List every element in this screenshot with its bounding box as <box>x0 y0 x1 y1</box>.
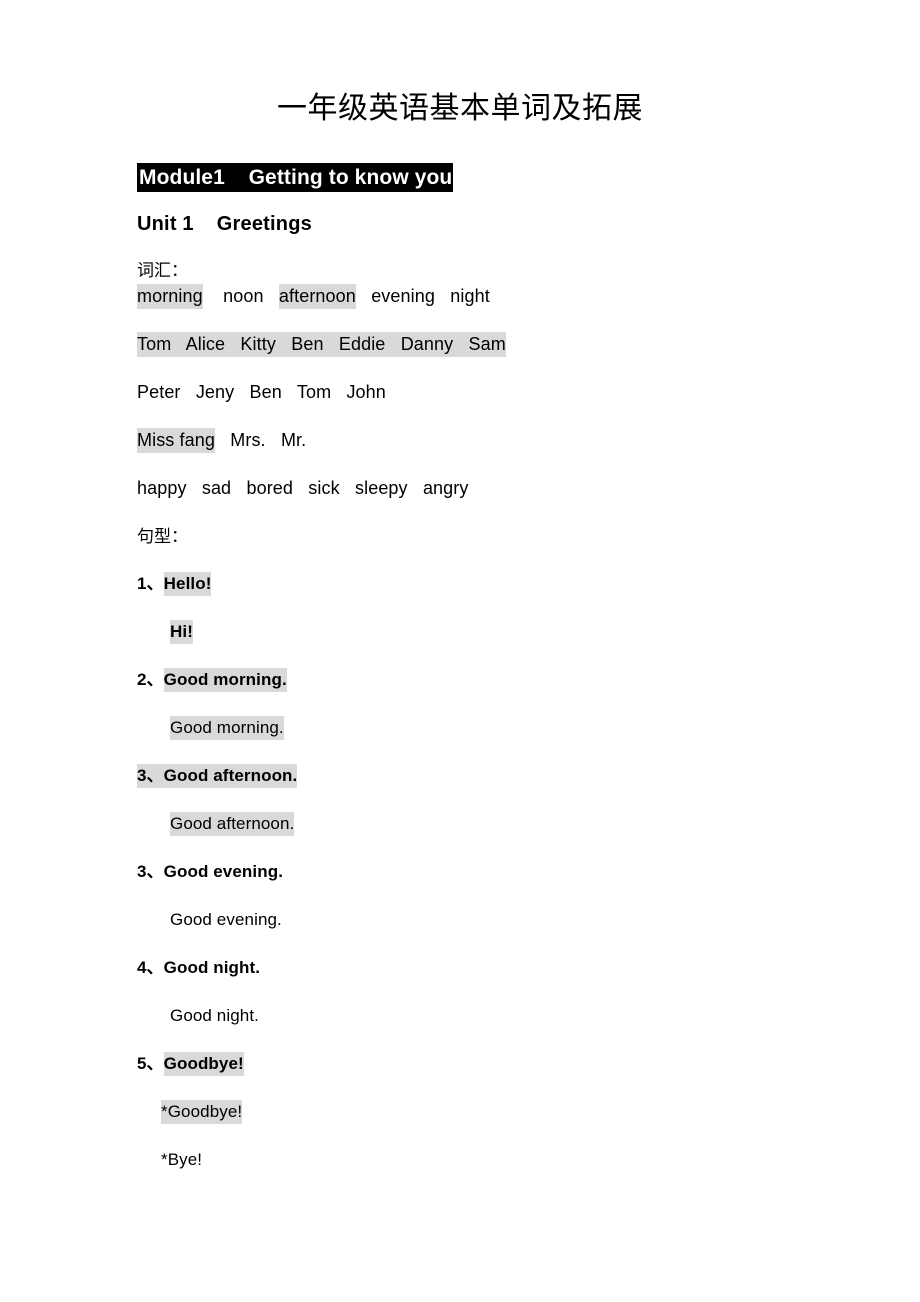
pattern-reply: *Goodbye! <box>137 1099 783 1125</box>
highlighted-text: Tom Alice Kitty Ben Eddie Danny Sam <box>137 332 506 357</box>
pattern-reply: Good morning. <box>137 715 783 741</box>
plain-text: 5、 <box>137 1054 164 1073</box>
pattern-prompt: 1、Hello! <box>137 571 783 597</box>
plain-text: noon <box>223 286 264 306</box>
plain-text: Mrs. <box>230 430 266 450</box>
highlighted-text: morning <box>137 284 203 309</box>
plain-text: night <box>450 286 490 306</box>
highlighted-text: Good afternoon. <box>170 812 295 836</box>
vocabulary-section-label: 词汇： <box>137 261 188 281</box>
pattern-reply: Good night. <box>137 1003 783 1029</box>
page-title: 一年级英语基本单词及拓展 <box>277 91 643 126</box>
pattern-prompt: 3、Good evening. <box>137 859 783 885</box>
pattern-prompt: 4、Good night. <box>137 955 783 981</box>
module-header-row: Module1 Getting to know you <box>137 163 783 192</box>
plain-text: 3、Good evening. <box>137 862 284 881</box>
plain-text <box>356 286 371 306</box>
module-header: Module1 Getting to know you <box>137 163 454 192</box>
vocabulary-row: morning noon afternoon evening night <box>137 283 783 309</box>
plain-text: 2、 <box>137 670 164 689</box>
highlighted-text: Goodbye! <box>163 1052 244 1076</box>
sentence-pattern: 1、Hello! Hi! <box>137 571 783 645</box>
unit-heading: Unit 1 Greetings <box>137 213 312 235</box>
plain-text: Good night. <box>170 1006 259 1025</box>
highlighted-text: *Goodbye! <box>161 1100 243 1124</box>
pattern-prompt: 5、Goodbye! <box>137 1051 783 1077</box>
sentence-pattern: 4、Good night. Good night. <box>137 955 783 1029</box>
highlighted-text: Hello! <box>163 572 212 596</box>
highlighted-text: Hi! <box>170 620 193 644</box>
plain-text: Good evening. <box>170 910 282 929</box>
highlighted-text: Good morning. <box>163 668 287 692</box>
sentence-pattern: 5、Goodbye! *Goodbye! *Bye! <box>137 1051 783 1173</box>
pattern-prompt: 2、Good morning. <box>137 667 783 693</box>
highlighted-text: 3、Good afternoon. <box>137 764 298 788</box>
plain-text: 4、Good night. <box>137 958 261 977</box>
sentence-pattern: 2、Good morning. Good morning. <box>137 667 783 741</box>
highlighted-text: afternoon <box>278 284 356 309</box>
plain-text <box>215 430 230 450</box>
plain-text <box>266 430 281 450</box>
pattern-reply: *Bye! <box>137 1147 783 1173</box>
vocabulary-row: Peter Jeny Ben Tom John <box>137 379 783 405</box>
pattern-reply: Hi! <box>137 619 783 645</box>
highlighted-text: Good morning. <box>170 716 284 740</box>
plain-text: Mr. <box>280 430 307 450</box>
pattern-section-label: 句型： <box>137 527 188 547</box>
sentence-pattern: 3、Good afternoon. Good afternoon. <box>137 763 783 837</box>
pattern-reply: Good evening. <box>137 907 783 933</box>
vocabulary-row: Miss fang Mrs. Mr. <box>137 427 783 453</box>
highlighted-text: Miss fang <box>137 428 215 453</box>
plain-text <box>203 286 223 306</box>
sentence-pattern-list: 1、Hello! Hi! 2、Good morning. Good morning. 3… <box>137 571 783 1173</box>
vocabulary-list: morning noon afternoon evening night Tom … <box>137 283 783 501</box>
plain-text: evening <box>371 286 435 306</box>
document-page: 一年级英语基本单词及拓展 Module1 Getting to know you… <box>0 0 920 1302</box>
pattern-reply: Good afternoon. <box>137 811 783 837</box>
document-body: 一年级英语基本单词及拓展 Module1 Getting to know you… <box>137 0 783 1173</box>
sentence-pattern: 3、Good evening. Good evening. <box>137 859 783 933</box>
plain-text: happy sad bored sick sleepy angry <box>137 478 469 498</box>
vocabulary-row: Tom Alice Kitty Ben Eddie Danny Sam <box>137 331 783 357</box>
vocabulary-row: happy sad bored sick sleepy angry <box>137 475 783 501</box>
plain-text <box>435 286 450 306</box>
plain-text: *Bye! <box>161 1150 203 1169</box>
plain-text: Peter Jeny Ben Tom John <box>137 382 386 402</box>
plain-text <box>264 286 279 306</box>
plain-text: 1、 <box>137 574 164 593</box>
pattern-prompt: 3、Good afternoon. <box>137 763 783 789</box>
